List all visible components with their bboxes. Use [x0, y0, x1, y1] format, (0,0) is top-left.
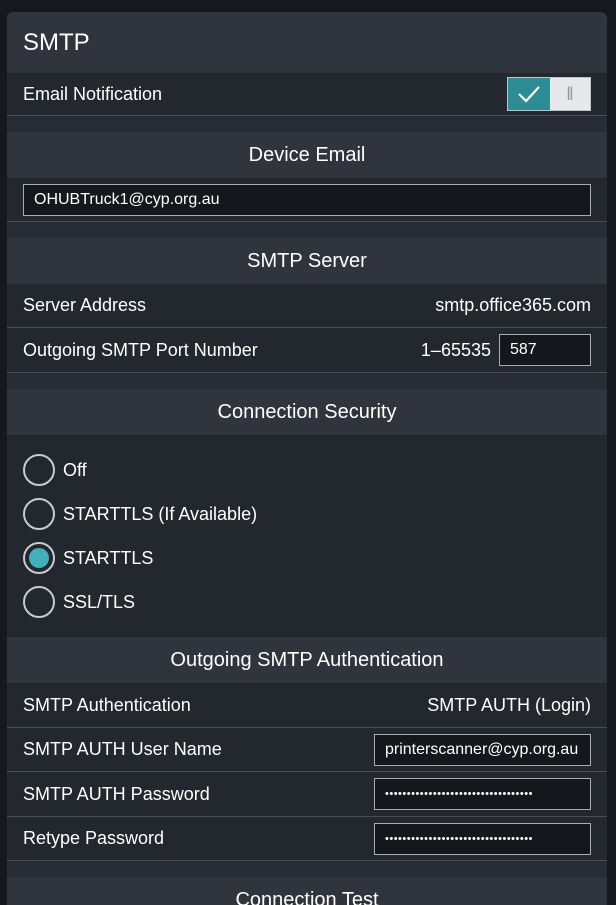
radio-button[interactable]: [23, 454, 55, 486]
smtp-port-label: Outgoing SMTP Port Number: [23, 339, 258, 360]
panel-title: SMTP: [7, 12, 607, 73]
retype-password-input[interactable]: ••••••••••••••••••••••••••••••••••: [374, 822, 591, 855]
toggle-grip-icon: ‖: [566, 83, 574, 104]
connection-security-options: Off STARTTLS (If Available) STARTTLS SSL…: [7, 435, 607, 637]
security-option-starttls[interactable]: STARTTLS: [7, 536, 607, 580]
section-gap: [7, 222, 607, 238]
connection-security-header: Connection Security: [7, 389, 607, 435]
smtp-authentication-label: SMTP Authentication: [23, 694, 191, 715]
radio-button[interactable]: [23, 498, 55, 530]
security-option-label: STARTTLS (If Available): [63, 503, 258, 524]
radio-button[interactable]: [23, 586, 55, 618]
auth-password-label: SMTP AUTH Password: [23, 783, 210, 804]
smtp-server-header: SMTP Server: [7, 238, 607, 284]
security-option-ssl-tls[interactable]: SSL/TLS: [7, 580, 607, 624]
security-option-label: SSL/TLS: [63, 591, 136, 612]
device-email-header: Device Email: [7, 132, 607, 178]
radio-button-selected[interactable]: [23, 542, 55, 574]
retype-password-label: Retype Password: [23, 828, 165, 848]
smtp-port-controls: 1–65535 587: [421, 334, 591, 366]
security-option-starttls-if-available[interactable]: STARTTLS (If Available): [7, 492, 607, 536]
server-address-row: Server Address smtp.office365.com: [7, 284, 607, 328]
section-gap: [7, 861, 607, 877]
email-notification-row: Email Notification ‖: [7, 73, 607, 116]
auth-password-row: SMTP AUTH Password •••••••••••••••••••••…: [7, 772, 607, 817]
smtp-port-input[interactable]: 587: [499, 334, 591, 366]
auth-username-row: SMTP AUTH User Name printerscanner@cyp.o…: [7, 728, 607, 772]
backdrop-right: [606, 14, 616, 905]
retype-password-row: Retype Password ••••••••••••••••••••••••…: [7, 817, 607, 861]
smtp-authentication-value[interactable]: SMTP AUTH (Login): [427, 695, 591, 716]
section-gap: [7, 116, 607, 132]
device-email-input[interactable]: OHUBTruck1@cyp.org.au: [23, 183, 591, 216]
toggle-off-segment: ‖: [550, 78, 590, 110]
security-option-label: Off: [63, 459, 87, 480]
auth-password-input[interactable]: ••••••••••••••••••••••••••••••••••: [374, 778, 591, 810]
connection-test-header: Connection Test: [7, 877, 607, 905]
server-address-label: Server Address: [23, 295, 147, 315]
outgoing-auth-header: Outgoing SMTP Authentication: [7, 637, 607, 683]
email-notification-toggle[interactable]: ‖: [507, 77, 591, 111]
security-option-off[interactable]: Off: [7, 448, 607, 492]
device-email-row: OHUBTruck1@cyp.org.au: [7, 178, 607, 222]
smtp-authentication-row: SMTP Authentication SMTP AUTH (Login): [7, 683, 607, 728]
smtp-settings-panel: SMTP Email Notification ‖ Device Email O…: [7, 12, 607, 905]
email-notification-label: Email Notification: [23, 83, 163, 104]
toggle-on-segment: [508, 78, 550, 110]
backdrop-left: [0, 14, 7, 905]
auth-username-input[interactable]: printerscanner@cyp.org.au: [374, 733, 591, 766]
security-option-label: STARTTLS: [63, 547, 154, 568]
radio-selected-dot: [29, 548, 49, 568]
section-gap: [7, 373, 607, 389]
auth-username-label: SMTP AUTH User Name: [23, 739, 222, 759]
smtp-port-range: 1–65535: [420, 339, 491, 360]
smtp-port-row: Outgoing SMTP Port Number 1–65535 587: [7, 328, 607, 373]
server-address-value: smtp.office365.com: [435, 295, 591, 315]
check-icon: [518, 86, 540, 103]
